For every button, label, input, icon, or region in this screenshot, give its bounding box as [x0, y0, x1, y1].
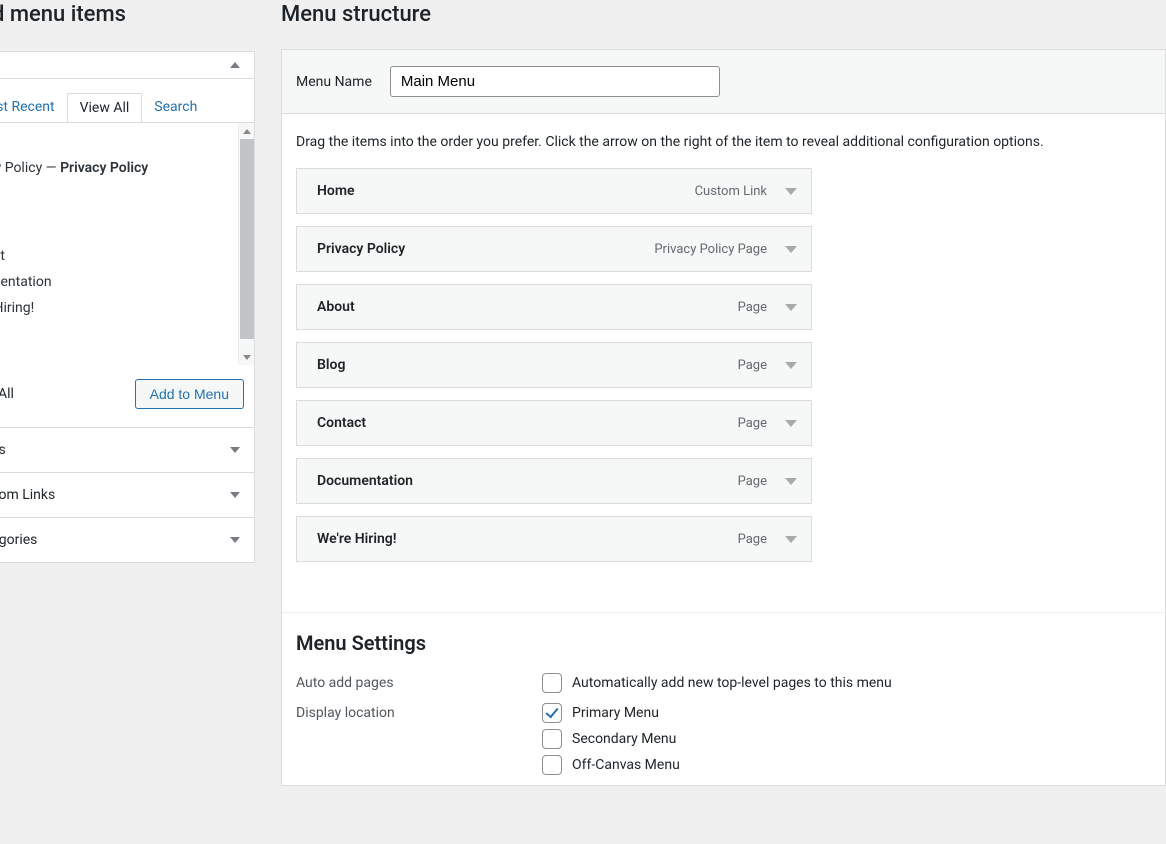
- menu-name-input[interactable]: [390, 66, 720, 97]
- display-location-option: Off-Canvas Menu: [572, 757, 680, 773]
- menu-item-type: Page: [738, 416, 767, 431]
- chevron-down-icon[interactable]: [785, 362, 797, 369]
- page-list-item[interactable]: Contact: [0, 243, 254, 269]
- chevron-down-icon[interactable]: [785, 246, 797, 253]
- display-location-option: Primary Menu: [572, 705, 659, 721]
- menu-item[interactable]: Blog Page: [296, 342, 812, 388]
- posts-panel-toggle[interactable]: Posts: [0, 427, 254, 472]
- menu-structure-heading: Menu structure: [281, 2, 1166, 27]
- menu-item[interactable]: Documentation Page: [296, 458, 812, 504]
- select-all-link[interactable]: Select All: [0, 386, 14, 402]
- chevron-up-icon: [230, 62, 240, 68]
- pages-scrollbar[interactable]: [238, 123, 254, 365]
- menu-item[interactable]: We're Hiring! Page: [296, 516, 812, 562]
- chevron-down-icon: [230, 492, 240, 498]
- auto-add-pages-option: Automatically add new top-level pages to…: [572, 675, 892, 691]
- chevron-down-icon[interactable]: [785, 304, 797, 311]
- menu-item-title: We're Hiring!: [317, 531, 397, 547]
- custom-links-panel-toggle[interactable]: Custom Links: [0, 472, 254, 517]
- chevron-down-icon: [230, 447, 240, 453]
- display-location-checkbox[interactable]: [542, 703, 562, 723]
- menu-item-title: Home: [317, 183, 355, 199]
- categories-label: Categories: [0, 532, 37, 548]
- display-location-label: Display location: [296, 703, 542, 721]
- add-to-menu-button[interactable]: Add to Menu: [135, 379, 244, 409]
- menu-item-title: Blog: [317, 357, 345, 373]
- menu-item-type: Page: [738, 300, 767, 315]
- chevron-down-icon[interactable]: [785, 188, 797, 195]
- menu-item-title: Contact: [317, 415, 366, 431]
- menu-item-type: Privacy Policy Page: [654, 242, 767, 257]
- add-menu-items-heading: Add menu items: [0, 2, 255, 27]
- display-location-option: Secondary Menu: [572, 731, 676, 747]
- menu-item-title: About: [317, 299, 355, 315]
- tab-most-recent[interactable]: Most Recent: [0, 93, 67, 122]
- pages-panel-toggle[interactable]: [0, 52, 254, 79]
- scroll-up-icon[interactable]: [239, 123, 254, 139]
- page-list-item[interactable]: We're Hiring!: [0, 295, 254, 321]
- scroll-down-icon[interactable]: [239, 349, 254, 365]
- menu-item-title: Documentation: [317, 473, 413, 489]
- display-location-checkbox[interactable]: [542, 729, 562, 749]
- chevron-down-icon[interactable]: [785, 420, 797, 427]
- auto-add-pages-checkbox[interactable]: [542, 673, 562, 693]
- menu-item-title: Privacy Policy: [317, 241, 405, 257]
- categories-panel-toggle[interactable]: Categories: [0, 517, 254, 562]
- menu-item-type: Custom Link: [695, 184, 767, 199]
- scroll-thumb[interactable]: [240, 139, 254, 339]
- drag-instruction-text: Drag the items into the order you prefer…: [282, 114, 1165, 164]
- auto-add-pages-label: Auto add pages: [296, 673, 542, 691]
- page-list-item[interactable]: [0, 233, 254, 243]
- menu-item-type: Page: [738, 474, 767, 489]
- menu-name-label: Menu Name: [296, 74, 372, 90]
- page-list-item[interactable]: Blog: [0, 181, 254, 207]
- chevron-down-icon: [230, 537, 240, 543]
- menu-item[interactable]: Home Custom Link: [296, 168, 812, 214]
- page-list-item[interactable]: Privacy Policy — Privacy Policy: [0, 155, 254, 181]
- menu-item-type: Page: [738, 532, 767, 547]
- menu-item[interactable]: About Page: [296, 284, 812, 330]
- page-list-item[interactable]: About: [0, 207, 254, 233]
- page-list-item[interactable]: Home: [0, 129, 254, 155]
- custom-links-label: Custom Links: [0, 487, 55, 503]
- display-location-checkbox[interactable]: [542, 755, 562, 775]
- menu-item-type: Page: [738, 358, 767, 373]
- menu-item[interactable]: Privacy Policy Privacy Policy Page: [296, 226, 812, 272]
- menu-settings-heading: Menu Settings: [296, 631, 1151, 655]
- chevron-down-icon[interactable]: [785, 536, 797, 543]
- posts-label: Posts: [0, 442, 6, 458]
- tab-view-all[interactable]: View All: [67, 93, 143, 123]
- menu-item[interactable]: Contact Page: [296, 400, 812, 446]
- chevron-down-icon[interactable]: [785, 478, 797, 485]
- tab-search[interactable]: Search: [142, 93, 209, 122]
- page-list-item[interactable]: Documentation: [0, 269, 254, 295]
